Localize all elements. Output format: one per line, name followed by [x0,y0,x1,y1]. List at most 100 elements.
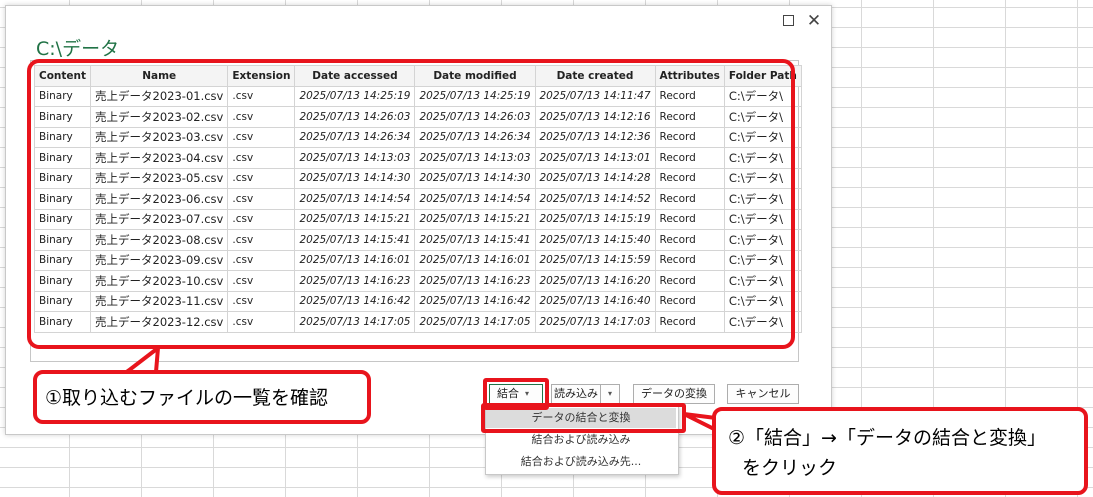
cell-attributes[interactable]: Record [654,208,725,230]
cell-attributes[interactable]: Record [654,167,725,189]
cell-attributes[interactable]: Record [654,270,725,292]
cell-name: 売上データ2023-12.csv [90,311,229,333]
cell-extension: .csv [227,188,296,210]
cancel-button[interactable]: キャンセル [727,384,799,404]
cell-name: 売上データ2023-10.csv [90,270,229,292]
combine-label: 結合 [497,387,519,400]
cell-extension: .csv [227,208,296,230]
cell-content: Binary [33,167,92,189]
cell-extension: .csv [227,126,296,148]
cell-name: 売上データ2023-11.csv [90,290,229,312]
cell-attributes[interactable]: Record [654,249,725,271]
cell-folder-path: C:\データ\ [723,311,802,333]
cell-name: 売上データ2023-08.csv [90,229,229,251]
maximize-icon[interactable] [776,10,800,32]
cell-content: Binary [33,208,92,230]
combine-button[interactable]: 結合 ▾ [489,384,543,404]
table-header-row: Content Name Extension Date accessed Dat… [33,65,802,87]
cell-content: Binary [33,85,92,107]
cell-name: 売上データ2023-06.csv [90,188,229,210]
table-row: Binary 売上データ2023-01.csv .csv 2025/07/13 … [33,85,802,107]
cell-folder-path: C:\データ\ [723,208,802,230]
column-header-name: Name [90,65,229,87]
column-header-date-modified: Date modified [414,65,536,87]
cell-date-created: 2025/07/13 14:14:52 [534,188,656,210]
cell-folder-path: C:\データ\ [723,167,802,189]
cell-date-accessed: 2025/07/13 14:25:19 [294,85,416,107]
cell-date-created: 2025/07/13 14:17:03 [534,311,656,333]
column-header-date-accessed: Date accessed [294,65,416,87]
menu-item-combine-and-transform[interactable]: データの結合と変換 [486,408,676,428]
cell-extension: .csv [227,311,296,333]
cell-attributes[interactable]: Record [654,126,725,148]
menu-item-combine-and-load[interactable]: 結合および読み込み [486,430,676,450]
cell-attributes[interactable]: Record [654,106,725,128]
column-header-date-created: Date created [534,65,656,87]
cell-content: Binary [33,147,92,169]
cell-content: Binary [33,311,92,333]
callout2-line2: をクリック [742,457,838,479]
cell-content: Binary [33,106,92,128]
cell-date-accessed: 2025/07/13 14:16:01 [294,249,416,271]
column-header-content: Content [33,65,92,87]
cell-date-modified: 2025/07/13 14:26:34 [414,126,536,148]
cell-attributes[interactable]: Record [654,147,725,169]
cell-folder-path: C:\データ\ [723,126,802,148]
cell-date-created: 2025/07/13 14:12:16 [534,106,656,128]
cell-date-modified: 2025/07/13 14:25:19 [414,85,536,107]
menu-item-combine-and-load-to[interactable]: 結合および読み込み先... [486,452,676,472]
table-row: Binary 売上データ2023-10.csv .csv 2025/07/13 … [33,270,802,292]
table-row: Binary 売上データ2023-09.csv .csv 2025/07/13 … [33,249,802,271]
table-row: Binary 売上データ2023-03.csv .csv 2025/07/13 … [33,126,802,148]
cell-folder-path: C:\データ\ [723,147,802,169]
transform-data-button[interactable]: データの変換 [633,384,715,404]
cell-extension: .csv [227,85,296,107]
cell-folder-path: C:\データ\ [723,229,802,251]
table-row: Binary 売上データ2023-11.csv .csv 2025/07/13 … [33,290,802,312]
cell-date-accessed: 2025/07/13 14:16:23 [294,270,416,292]
column-header-extension: Extension [227,65,296,87]
cell-name: 売上データ2023-02.csv [90,106,229,128]
cell-attributes[interactable]: Record [654,229,725,251]
table-row: Binary 売上データ2023-04.csv .csv 2025/07/13 … [33,147,802,169]
cell-extension: .csv [227,229,296,251]
cell-date-accessed: 2025/07/13 14:26:03 [294,106,416,128]
combine-dropdown-menu: データの結合と変換 結合および読み込み 結合および読み込み先... [485,405,679,475]
close-icon[interactable]: ✕ [802,10,826,32]
cell-date-created: 2025/07/13 14:16:40 [534,290,656,312]
cell-content: Binary [33,249,92,271]
cell-date-created: 2025/07/13 14:13:01 [534,147,656,169]
cell-date-modified: 2025/07/13 14:15:41 [414,229,536,251]
cell-date-created: 2025/07/13 14:15:59 [534,249,656,271]
cell-date-accessed: 2025/07/13 14:14:54 [294,188,416,210]
chevron-down-icon: ▾ [525,389,530,398]
cell-attributes[interactable]: Record [654,290,725,312]
cell-date-created: 2025/07/13 14:11:47 [534,85,656,107]
dialog-title: C:\データ [36,38,120,60]
load-dropdown-arrow-icon[interactable]: ▾ [600,384,620,404]
table-row: Binary 売上データ2023-02.csv .csv 2025/07/13 … [33,106,802,128]
table-row: Binary 売上データ2023-07.csv .csv 2025/07/13 … [33,208,802,230]
load-button[interactable]: 読み込み [551,384,601,404]
cell-date-created: 2025/07/13 14:15:40 [534,229,656,251]
cell-extension: .csv [227,270,296,292]
callout2-line1: ②「結合」→「データの結合と変換」 [728,427,1046,449]
cell-name: 売上データ2023-05.csv [90,167,229,189]
cell-date-modified: 2025/07/13 14:14:54 [414,188,536,210]
file-list-body: Binary 売上データ2023-01.csv .csv 2025/07/13 … [33,85,802,333]
cell-date-accessed: 2025/07/13 14:14:30 [294,167,416,189]
cell-folder-path: C:\データ\ [723,85,802,107]
cell-date-accessed: 2025/07/13 14:15:41 [294,229,416,251]
cell-attributes[interactable]: Record [654,85,725,107]
cell-content: Binary [33,229,92,251]
cell-name: 売上データ2023-09.csv [90,249,229,271]
cell-folder-path: C:\データ\ [723,270,802,292]
cell-attributes[interactable]: Record [654,188,725,210]
cell-extension: .csv [227,106,296,128]
cell-folder-path: C:\データ\ [723,290,802,312]
cell-name: 売上データ2023-01.csv [90,85,229,107]
cell-date-created: 2025/07/13 14:12:36 [534,126,656,148]
cell-attributes[interactable]: Record [654,311,725,333]
column-header-folder-path: Folder Path [723,65,802,87]
callout-click-combine: ②「結合」→「データの結合と変換」 をクリック [712,407,1088,495]
